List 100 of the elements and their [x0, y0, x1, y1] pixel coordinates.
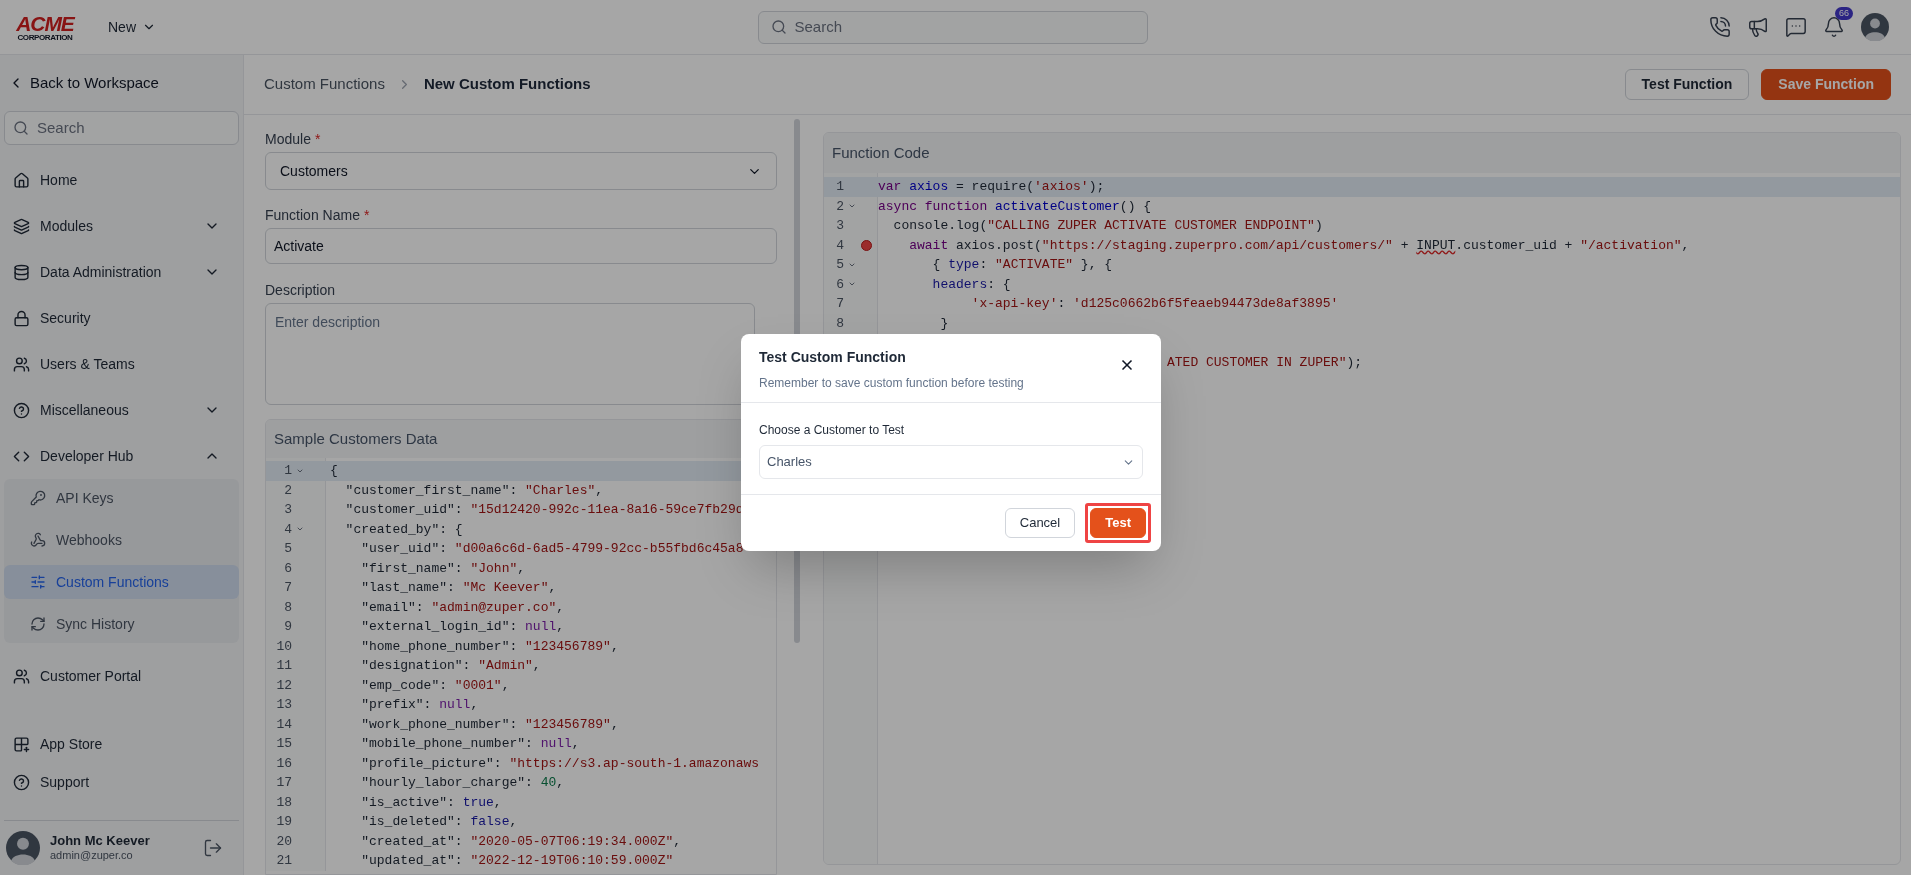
code-line: "home_phone_number": "123456789",	[360, 637, 619, 656]
code-line: ATED CUSTOMER IN ZUPER");	[1167, 353, 1363, 372]
code-line: headers: {	[931, 275, 1011, 294]
breakpoint-icon[interactable]	[860, 239, 872, 251]
users-icon	[13, 355, 30, 373]
user-name: John Mc Keever	[50, 833, 151, 850]
logout-icon[interactable]	[203, 838, 223, 858]
sidebar-item[interactable]: Users & Teams	[4, 341, 239, 387]
code-line: "created_by": {	[344, 520, 463, 539]
submenu-item[interactable]: Sync History	[4, 607, 239, 641]
panel-title: Function Code	[832, 142, 930, 163]
sidebar-item[interactable]: Miscellaneous	[4, 387, 239, 433]
search-input[interactable]: Search	[794, 15, 1135, 39]
cancel-button[interactable]: Cancel	[1004, 508, 1076, 538]
bell-icon[interactable]	[1823, 16, 1845, 38]
sidebar-item[interactable]: Support	[4, 763, 239, 801]
database-icon	[13, 263, 30, 281]
code-line: "profile_picture": "https://s3.ap-south-1.amazonaws	[360, 754, 760, 773]
sidebar-item[interactable]: Developer Hub	[4, 433, 239, 479]
code-line: "is_deleted": false,	[360, 813, 518, 831]
line-number: 11	[275, 657, 292, 675]
code-line: var axios = require('axios');	[877, 178, 1105, 196]
code-line: await axios.post("https://staging.zuperpro.com/api/customers/" + INPUT.customer_uid + "/activation",	[908, 236, 1690, 255]
code-line: "work_phone_number": "123456789",	[360, 715, 619, 734]
code-line: "first_name": "John",	[360, 559, 526, 578]
chat-icon[interactable]	[1785, 16, 1807, 38]
line-number: 8	[283, 598, 292, 617]
code-line: "email": "admin@zuper.co",	[360, 598, 565, 617]
line-number: 10	[275, 637, 292, 656]
lock-icon	[13, 309, 30, 327]
module-select[interactable]: Customers	[265, 152, 777, 190]
submenu-item[interactable]: API Keys	[4, 481, 239, 515]
line-number: 6	[835, 275, 844, 294]
close-icon[interactable]	[1119, 357, 1135, 373]
required-mark: *	[363, 207, 370, 223]
code-line: "last_name": "Mc Keever",	[360, 579, 557, 597]
line-number: 16	[275, 754, 292, 773]
sidebar-item[interactable]: Home	[4, 157, 239, 203]
line-number: 7	[835, 295, 844, 313]
code-line: "emp_code": "0001",	[360, 676, 510, 695]
logo[interactable]: ACME CORPORATION	[12, 12, 78, 42]
sidebar-item[interactable]: Security	[4, 295, 239, 341]
webhook-icon	[30, 532, 46, 548]
code-line: 'x-api-key': 'd125c0662b6f5feaeb94473de8af3895'	[970, 295, 1339, 313]
submenu-item[interactable]: Webhooks	[4, 523, 239, 557]
search-field[interactable]: Search	[757, 10, 1148, 44]
code-line: "prefix": null,	[360, 696, 479, 714]
panel-title: Sample Customers Data	[274, 428, 438, 449]
code-line: "hourly_labor_charge": 40,	[360, 774, 565, 792]
search-input[interactable]: Search	[37, 116, 217, 140]
code-line: "updated_at": "2022-12-19T06:10:59.000Z"	[360, 852, 674, 870]
code-line: "created_at": "2020-05-07T06:19:34.000Z",	[360, 832, 682, 851]
test-button[interactable]: Test Function	[1624, 69, 1750, 100]
sidebar-item[interactable]: Data Administration	[4, 249, 239, 295]
customer-select[interactable]: Charles	[759, 445, 1143, 479]
field-label: Module *	[265, 130, 322, 148]
field-label: Function Name *	[265, 206, 371, 224]
megaphone-icon[interactable]	[1747, 16, 1769, 38]
required-mark: *	[314, 131, 321, 147]
function-name-field[interactable]: Activate	[265, 228, 777, 264]
code-line: "mobile_phone_number": null,	[360, 735, 580, 753]
user-avatar	[6, 831, 40, 865]
phone-icon[interactable]	[1709, 16, 1731, 38]
line-number: 13	[275, 696, 292, 714]
line-number: 4	[283, 520, 292, 539]
line-number: 15	[275, 735, 292, 753]
line-number: 2	[835, 197, 844, 216]
user-avatar	[1861, 13, 1889, 41]
user-email: admin@zuper.co	[50, 849, 134, 863]
sidebar-item[interactable]: App Store	[4, 725, 239, 763]
code-line: }	[939, 314, 949, 333]
code-line: { type: "ACTIVATE" }, {	[931, 256, 1113, 274]
dialog-subtitle: Remember to save custom function before testing	[759, 375, 1024, 392]
breadcrumb-item[interactable]: New Custom Functions	[423, 73, 591, 96]
back-link[interactable]: Back to Workspace	[4, 55, 239, 111]
breadcrumb-item[interactable]: Custom Functions	[264, 73, 385, 96]
line-number: 19	[275, 813, 292, 831]
line-number: 3	[283, 501, 292, 519]
line-number: 9	[283, 618, 292, 636]
code-line: "is_active": true,	[360, 793, 502, 812]
sidebar-item[interactable]: Customer Portal	[4, 653, 239, 699]
test-button[interactable]: Test	[1090, 508, 1146, 538]
sliders-icon	[30, 574, 46, 590]
search-icon	[13, 120, 29, 136]
new-menu[interactable]: New	[108, 16, 156, 38]
line-number: 14	[275, 715, 292, 734]
sidebar-item[interactable]: Modules	[4, 203, 239, 249]
line-number: 1	[835, 178, 844, 196]
sidebar-search-field[interactable]: Search	[4, 111, 239, 145]
line-number: 7	[283, 579, 292, 597]
code-line: console.log("CALLING ZUPER ACTIVATE CUSTOMER ENDPOINT")	[892, 217, 1323, 235]
code-line: "customer_first_name": "Charles",	[344, 481, 604, 500]
line-number: 18	[275, 793, 292, 812]
field-label: Description	[265, 281, 337, 299]
help-icon	[13, 773, 30, 791]
key-icon	[30, 490, 46, 506]
code-line: {	[329, 462, 338, 480]
line-number: 8	[835, 314, 844, 333]
code-line: async function activateCustomer() {	[877, 197, 1152, 216]
description-field[interactable]: Enter description	[265, 303, 755, 405]
